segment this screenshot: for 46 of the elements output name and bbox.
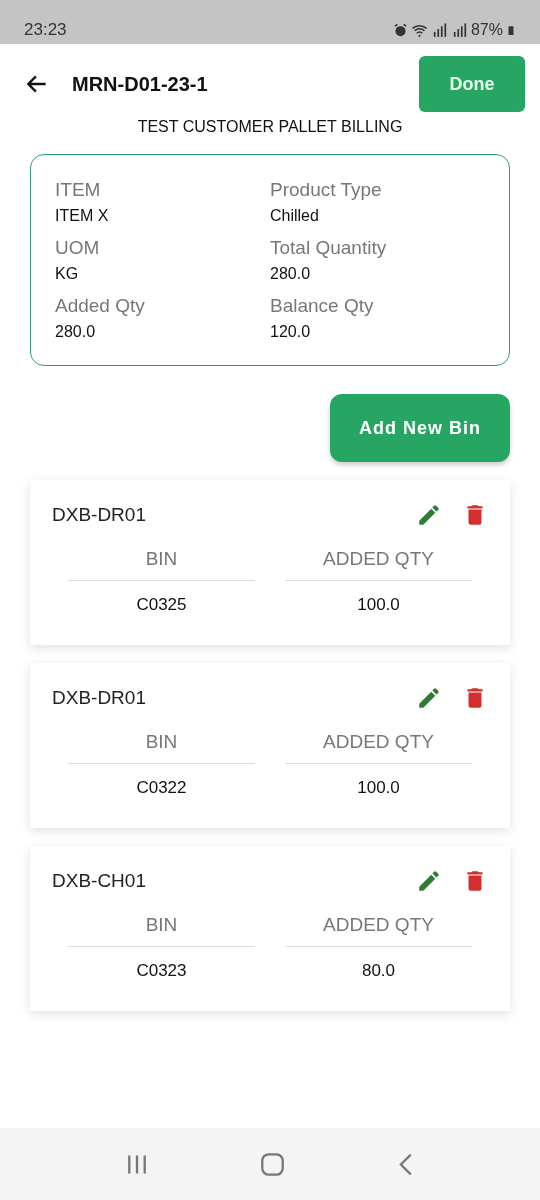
field-value: KG bbox=[55, 265, 80, 283]
column-header: BIN bbox=[68, 540, 255, 581]
edit-button[interactable] bbox=[416, 502, 442, 528]
nav-button[interactable] bbox=[261, 1152, 284, 1176]
table-cell-text: 100.0 bbox=[356, 594, 401, 616]
customer-name: TEST CUSTOMER PALLET BILLING bbox=[136, 118, 404, 136]
field-label: ITEM bbox=[55, 179, 102, 201]
recent-apps-icon bbox=[127, 1153, 146, 1175]
table-cell-text: C0325 bbox=[135, 594, 188, 616]
location-code: DXB-CH01 bbox=[52, 870, 147, 892]
alarm-icon bbox=[392, 22, 408, 38]
table-cell-text: 100.0 bbox=[356, 777, 401, 799]
field-label: UOM bbox=[55, 237, 101, 259]
clock-time: 23:23 bbox=[24, 20, 67, 40]
field-value: ITEM X bbox=[55, 207, 110, 225]
edit-button[interactable] bbox=[416, 868, 442, 894]
field-value: 120.0 bbox=[270, 323, 312, 341]
page-title: MRN-D01-23-1 bbox=[72, 72, 209, 96]
pencil-icon bbox=[416, 685, 442, 711]
battery-percent: 87% bbox=[470, 21, 503, 39]
home-icon bbox=[261, 1152, 284, 1176]
field-label: Total Quantity bbox=[270, 237, 388, 259]
edit-button[interactable] bbox=[416, 685, 442, 711]
pencil-icon bbox=[416, 868, 442, 894]
field-value: 280.0 bbox=[270, 265, 312, 283]
table-cell-text: C0323 bbox=[135, 960, 188, 982]
done-button[interactable]: Done bbox=[419, 56, 525, 112]
column-header: ADDED QTY bbox=[285, 540, 472, 581]
back-icon bbox=[399, 1152, 413, 1176]
table-cell-text: C0322 bbox=[135, 777, 188, 799]
nav-button[interactable] bbox=[127, 1153, 146, 1175]
table-cell-text: 80.0 bbox=[360, 960, 397, 982]
location-code: DXB-DR01 bbox=[52, 504, 147, 526]
column-header: ADDED QTY bbox=[285, 723, 472, 764]
field-value: 280.0 bbox=[55, 323, 97, 341]
column-header: ADDED QTY bbox=[285, 906, 472, 947]
column-header: BIN bbox=[68, 723, 255, 764]
field-value: Chilled bbox=[270, 207, 320, 225]
field-label: Product Type bbox=[270, 179, 383, 201]
pencil-icon bbox=[416, 502, 442, 528]
nav-button[interactable] bbox=[399, 1152, 413, 1176]
location-code: DXB-DR01 bbox=[52, 687, 147, 709]
field-label: Added Qty bbox=[55, 295, 146, 317]
column-header: BIN bbox=[68, 906, 255, 947]
field-label: Balance Qty bbox=[270, 295, 375, 317]
add-bin-button[interactable]: Add New Bin bbox=[330, 394, 510, 462]
